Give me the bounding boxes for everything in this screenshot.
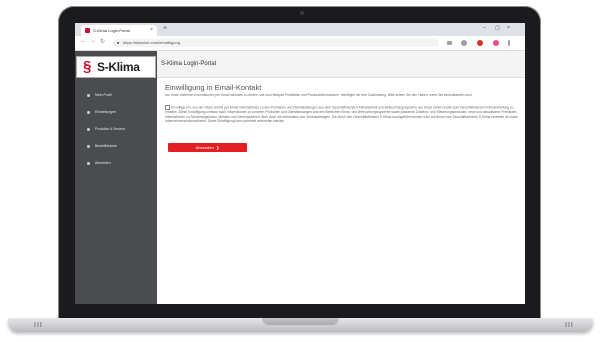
maximize-button[interactable]: ▢	[495, 25, 500, 31]
logo[interactable]: § S-Klima	[76, 56, 156, 78]
forward-arrow-icon[interactable]: →	[90, 38, 96, 44]
vent-right: III	[565, 322, 574, 329]
window-close-button[interactable]: ×	[507, 25, 510, 31]
menu-dots-icon[interactable]	[508, 40, 510, 46]
laptop-notch	[262, 318, 339, 325]
main-content: S-Klima Login-Portal Einwilligung in Ema…	[157, 51, 525, 304]
sidebar-item-label: Bestellhistorie	[95, 144, 117, 148]
address-bar[interactable]: ■ https://skloclub.com/einwilligung	[113, 39, 439, 47]
vent-left: III	[34, 322, 43, 329]
user-icon	[87, 94, 90, 97]
sidebar-item-profil[interactable]: Mein Profil	[75, 89, 157, 103]
sidebar-item-produkte[interactable]: Produkte & Service	[75, 123, 157, 137]
logo-text: S-Klima	[97, 60, 140, 74]
intro-text: Um Ihnen weiterhin Informationen per Ema…	[165, 93, 473, 97]
minimize-button[interactable]: –	[483, 25, 486, 31]
new-tab-button[interactable]: +	[163, 25, 167, 32]
submit-button[interactable]: Absenden ❯	[168, 143, 247, 152]
logo-s-icon: §	[83, 58, 92, 75]
tab-title: S-Klima Login-Portal	[93, 28, 130, 33]
reload-icon[interactable]: ↻	[100, 38, 105, 45]
back-arrow-icon[interactable]: ←	[80, 38, 86, 44]
sidebar-item-label: Mein Profil	[95, 93, 112, 97]
browser-tab[interactable]: S-Klima Login-Portal ×	[81, 25, 157, 36]
favicon-icon	[85, 28, 90, 33]
sidebar-item-label: Einstellungen	[95, 110, 117, 114]
clock-icon	[87, 145, 90, 148]
arrow-right-icon: ❯	[214, 145, 220, 150]
sidebar-item-bestellhistorie[interactable]: Bestellhistorie	[75, 140, 157, 154]
address-url: https://skloclub.com/einwilligung	[123, 40, 180, 45]
page-title: Einwilligung in Email-Kontakt	[165, 83, 262, 92]
sidebar-item-einstellungen[interactable]: Einstellungen	[75, 106, 157, 120]
sidebar-item-label: Abmelden	[95, 161, 111, 165]
sidebar-item-abmelden[interactable]: Abmelden	[75, 157, 157, 171]
gear-icon	[87, 111, 90, 114]
sidebar-item-label: Produkte & Service	[95, 127, 125, 131]
submit-label: Absenden	[195, 145, 214, 150]
content-header: S-Klima Login-Portal	[157, 51, 525, 78]
page: § S-Klima Mein Profil Einstellungen Prod…	[75, 51, 525, 304]
sidebar-menu: Mein Profil Einstellungen Produkte & Ser…	[75, 89, 157, 174]
browser-tabstrip: S-Klima Login-Portal × + – ▢ ×	[75, 23, 525, 36]
sidebar: § S-Klima Mein Profil Einstellungen Prod…	[75, 51, 157, 304]
lock-icon: ■	[117, 40, 120, 45]
extension-icon[interactable]	[477, 40, 483, 46]
consent-block: Ich willige ein, von der Glück GmbH per …	[165, 105, 521, 124]
tab-close-icon[interactable]: ×	[150, 27, 153, 33]
profile-avatar[interactable]	[493, 40, 499, 46]
star-icon[interactable]	[461, 40, 467, 46]
laptop-screen: S-Klima Login-Portal × + – ▢ × ← → ↻ ■ h…	[75, 23, 525, 304]
webcam-icon	[300, 11, 304, 15]
consent-text: Ich willige ein, von der Glück GmbH per …	[165, 105, 518, 123]
key-icon[interactable]	[447, 41, 452, 45]
box-icon	[87, 128, 90, 131]
portal-title: S-Klima Login-Portal	[161, 61, 217, 67]
browser-toolbar: ← → ↻ ■ https://skloclub.com/einwilligun…	[75, 36, 525, 51]
logout-icon	[87, 162, 90, 165]
